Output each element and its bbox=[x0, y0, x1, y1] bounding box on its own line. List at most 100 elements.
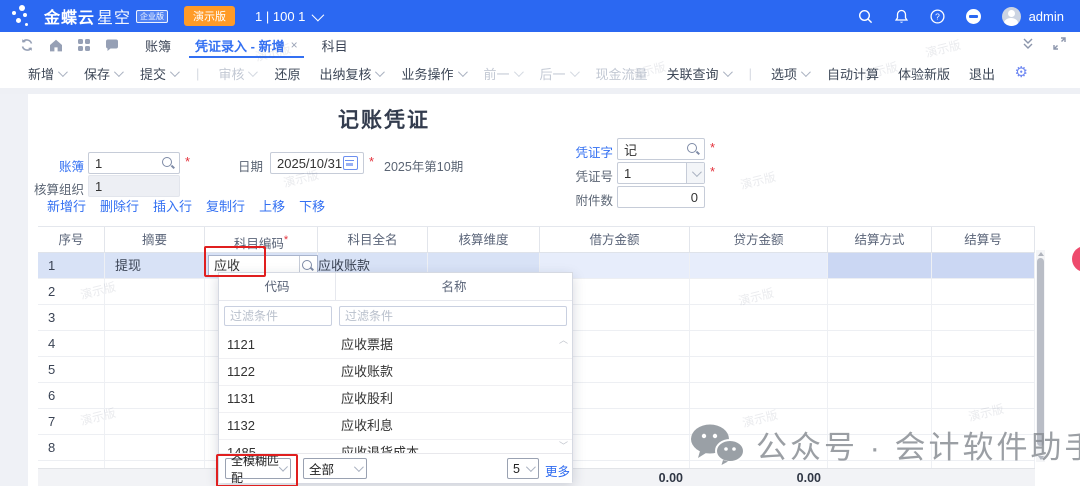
table-cell[interactable] bbox=[932, 253, 1035, 279]
tab-账簿[interactable]: 账簿 bbox=[133, 32, 183, 58]
dnd-mode-icon[interactable] bbox=[966, 9, 981, 24]
table-cell[interactable] bbox=[690, 331, 828, 357]
toolbar-item-label: 保存 bbox=[84, 64, 110, 83]
account-code: 1132 bbox=[227, 412, 255, 439]
column-header-label: 核算维度 bbox=[458, 233, 508, 247]
voucher-no-field[interactable]: 1 bbox=[617, 162, 705, 184]
scope-select[interactable]: 全部 bbox=[303, 458, 367, 479]
calendar-icon[interactable] bbox=[343, 156, 358, 170]
toolbar-item[interactable]: 关联查询 bbox=[667, 64, 730, 83]
table-cell[interactable] bbox=[690, 305, 828, 331]
tab-科目[interactable]: 科目 bbox=[310, 32, 360, 58]
grid-action-link[interactable]: 删除行 bbox=[100, 196, 139, 215]
account-name: 应收账款 bbox=[341, 358, 393, 385]
voucher-word-label[interactable]: 凭证字 bbox=[543, 142, 613, 161]
toolbar-item[interactable]: 出纳复核 bbox=[319, 64, 382, 83]
notifications-bell-icon[interactable] bbox=[894, 9, 909, 24]
table-cell[interactable] bbox=[932, 279, 1035, 305]
table-cell[interactable] bbox=[690, 383, 828, 409]
edition-badge: 企业版 bbox=[136, 10, 168, 23]
table-cell[interactable] bbox=[105, 383, 205, 409]
message-icon[interactable] bbox=[105, 39, 119, 52]
table-cell[interactable] bbox=[932, 305, 1035, 331]
toolbar-settings-gear-icon[interactable]: ⚙ bbox=[1015, 63, 1028, 81]
table-cell[interactable] bbox=[105, 331, 205, 357]
grid-action-link[interactable]: 上移 bbox=[259, 196, 285, 215]
lookup-result-row[interactable]: 1131应收股利 bbox=[219, 385, 572, 413]
table-cell[interactable]: 3 bbox=[38, 305, 105, 331]
column-header: 结算方式 bbox=[828, 227, 932, 253]
scroll-up-icon[interactable] bbox=[1038, 252, 1044, 256]
avatar[interactable] bbox=[1002, 7, 1021, 26]
ledger-search-icon[interactable] bbox=[162, 157, 174, 169]
more-link[interactable]: 更多 bbox=[545, 461, 570, 480]
grid-action-link[interactable]: 下移 bbox=[299, 196, 325, 215]
lookup-result-row[interactable]: 1121应收票据 bbox=[219, 331, 572, 359]
voucher-no-value: 1 bbox=[618, 166, 686, 181]
help-icon[interactable]: ? bbox=[930, 9, 945, 24]
account-switcher[interactable]: 1 | 100 1 bbox=[255, 9, 321, 24]
table-cell[interactable] bbox=[105, 409, 205, 435]
collapse-toolbar-icon[interactable] bbox=[1021, 38, 1035, 53]
table-cell[interactable] bbox=[932, 357, 1035, 383]
table-cell[interactable]: 6 bbox=[38, 383, 105, 409]
table-cell[interactable] bbox=[105, 435, 205, 461]
toolbar-item[interactable]: 新增 bbox=[28, 64, 65, 83]
attachments-field[interactable]: 0 bbox=[617, 186, 705, 208]
table-cell[interactable] bbox=[828, 331, 932, 357]
grid-action-link[interactable]: 插入行 bbox=[153, 196, 192, 215]
sync-icon[interactable] bbox=[20, 38, 34, 52]
table-cell[interactable] bbox=[828, 357, 932, 383]
code-filter-input[interactable] bbox=[224, 306, 332, 326]
table-cell[interactable] bbox=[828, 383, 932, 409]
toolbar-item[interactable]: 保存 bbox=[84, 64, 121, 83]
table-cell[interactable]: 1 bbox=[38, 253, 105, 279]
table-cell[interactable]: 5 bbox=[38, 357, 105, 383]
toolbar-item[interactable]: 体验新版 bbox=[898, 64, 950, 83]
name-filter-input[interactable] bbox=[339, 306, 567, 326]
lookup-result-row[interactable]: 1122应收账款 bbox=[219, 358, 572, 386]
toolbar-item[interactable]: 退出 bbox=[969, 64, 995, 83]
search-icon[interactable] bbox=[858, 9, 873, 24]
close-tab-icon[interactable]: × bbox=[291, 38, 298, 52]
top-bar: 金蝶云 星空 企业版 演示版 1 | 100 1 ? admin bbox=[0, 0, 1080, 32]
table-cell[interactable] bbox=[690, 253, 828, 279]
column-header: 借方金额 bbox=[540, 227, 690, 253]
popup-scroll-down-icon[interactable]: ﹀ bbox=[559, 439, 568, 452]
lookup-result-row[interactable]: 1132应收利息 bbox=[219, 412, 572, 440]
toolbar-item[interactable]: 还原 bbox=[274, 64, 300, 83]
scrollbar-thumb[interactable] bbox=[1037, 258, 1044, 446]
table-cell[interactable] bbox=[105, 357, 205, 383]
toolbar-item[interactable]: 选项 bbox=[771, 64, 808, 83]
voucher-word-field[interactable]: 记 bbox=[617, 138, 705, 160]
ledger-field[interactable]: 1 bbox=[88, 152, 180, 174]
annotation-box-match-mode bbox=[216, 454, 298, 486]
table-cell[interactable] bbox=[105, 305, 205, 331]
voucher-no-dropdown[interactable] bbox=[686, 163, 704, 183]
voucher-word-search-icon[interactable] bbox=[687, 143, 699, 155]
grid-apps-icon[interactable] bbox=[78, 39, 90, 51]
floating-badge[interactable] bbox=[1072, 246, 1080, 272]
toolbar-item[interactable]: 业务操作 bbox=[401, 64, 464, 83]
table-cell[interactable] bbox=[828, 279, 932, 305]
grid-action-link[interactable]: 新增行 bbox=[47, 196, 86, 215]
table-cell[interactable] bbox=[828, 305, 932, 331]
table-cell[interactable]: 4 bbox=[38, 331, 105, 357]
table-cell[interactable] bbox=[828, 253, 932, 279]
ledger-label[interactable]: 账簿 bbox=[14, 156, 84, 175]
table-cell[interactable] bbox=[690, 357, 828, 383]
page-size-select[interactable]: 5 bbox=[507, 458, 539, 479]
table-cell[interactable] bbox=[932, 331, 1035, 357]
fullscreen-icon[interactable] bbox=[1053, 37, 1066, 53]
grid-action-link[interactable]: 复制行 bbox=[206, 196, 245, 215]
toolbar-item[interactable]: 提交 bbox=[140, 64, 177, 83]
popup-scroll-up-icon[interactable]: ︿ bbox=[559, 333, 568, 346]
table-cell[interactable]: 提现 bbox=[105, 253, 205, 279]
toolbar-item-label: 出纳复核 bbox=[319, 64, 371, 83]
table-cell[interactable] bbox=[105, 279, 205, 305]
column-header: 科目全名 bbox=[318, 227, 428, 253]
home-icon[interactable] bbox=[49, 39, 63, 52]
org-field: 1 bbox=[88, 175, 180, 197]
tab-bar: 账簿凭证录入 - 新增×科目 bbox=[0, 32, 1080, 59]
table-cell[interactable]: 8 bbox=[38, 435, 105, 461]
